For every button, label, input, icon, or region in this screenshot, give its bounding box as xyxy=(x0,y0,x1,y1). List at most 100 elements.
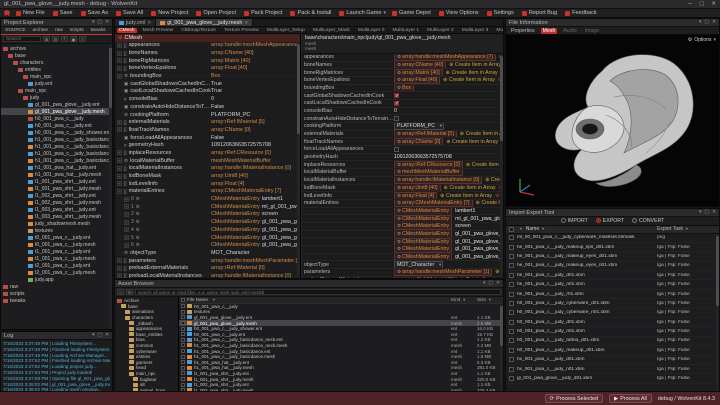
property-editor-row[interactable]: boneRigMatrices array:Matrix [40] Create… xyxy=(302,69,503,77)
property-tree-row[interactable]: + [] lodLevelInfo array:Float [4] xyxy=(115,180,300,188)
row-checkbox[interactable] xyxy=(509,263,514,268)
expander-icon[interactable]: + xyxy=(117,51,122,56)
property-editor-row[interactable]: inplaceResources array:rRef:CResource [0… xyxy=(302,161,503,169)
expander-icon[interactable]: + xyxy=(117,258,122,263)
toolbar-button[interactable]: Settings xyxy=(487,10,516,16)
value-text[interactable]: gl_001_pwa_glove__judy_bng_dec1 xyxy=(455,231,503,237)
expander-icon[interactable]: + xyxy=(117,266,122,271)
row-checkbox[interactable] xyxy=(181,360,185,364)
project-tree-scrollbar[interactable] xyxy=(109,44,112,329)
asset-file-row[interactable]: h1_001_pwa_c__judy_basicdance_neck.mesh … xyxy=(179,343,503,349)
open-folder-icon[interactable]: ▣ xyxy=(70,36,77,42)
property-tree-row[interactable]: # geometryHash 10912063663572575708 xyxy=(115,142,300,150)
project-tree-item[interactable]: raw xyxy=(1,283,112,290)
property-tree-row[interactable]: + [] parameters array:handle:meshMeshPar… xyxy=(115,257,300,265)
project-tree-item[interactable]: h1_001_pwa_hat__judy.mesh xyxy=(1,171,112,178)
mode-radio[interactable]: CONVERT xyxy=(632,218,664,224)
filter-icon[interactable]: ▼ xyxy=(488,298,492,302)
property-editor-row[interactable]: cookingPlatform PLATFORM_PC xyxy=(302,123,503,131)
column-name[interactable]: Name xyxy=(526,226,539,232)
checkbox[interactable] xyxy=(394,101,399,106)
row-checkbox[interactable] xyxy=(509,273,514,278)
row-checkbox[interactable] xyxy=(181,338,185,342)
toolbar-button[interactable]: Launch Game ▾ xyxy=(339,10,386,16)
export-file-row[interactable]: h0_001_pwa_c__judy_n01.xbm tga | Flip: F… xyxy=(506,327,719,336)
project-tree-item[interactable]: entities xyxy=(1,66,112,73)
type-chip[interactable]: array:Float [40] xyxy=(394,77,440,84)
expander-icon[interactable]: + xyxy=(117,181,122,186)
row-checkbox[interactable] xyxy=(509,376,514,381)
row-checkbox[interactable] xyxy=(509,329,514,334)
toolbar-button[interactable]: Save All xyxy=(116,10,145,16)
home-icon[interactable]: ⌂ xyxy=(117,289,124,295)
property-editor-row[interactable]: boundingBox Box xyxy=(302,85,503,93)
project-tree-item[interactable]: h1_001_pwa_hat__judy.ent xyxy=(1,164,112,171)
row-checkbox[interactable] xyxy=(509,357,514,362)
pin-icon[interactable]: ▢ xyxy=(97,20,102,25)
project-tree-item[interactable]: h1_001_pwa_c__judy_basicdance.ent xyxy=(1,136,112,143)
property-tree-row[interactable]: + 6 ⚙ CMeshMaterialEntry gl_001_pwa_glov… xyxy=(115,242,300,250)
expander-icon[interactable]: + xyxy=(117,273,122,278)
toolbar-button[interactable]: Pack & Install xyxy=(290,10,333,16)
view-tab[interactable]: MultiLayer 2 xyxy=(425,28,456,33)
create-item-button[interactable]: Create Item in Array xyxy=(460,131,503,137)
project-tree-item[interactable]: judy.ent xyxy=(1,80,112,87)
property-tree-row[interactable]: + 5 ⚙ CMeshMaterialEntry gl_001_pwa_glov… xyxy=(115,234,300,242)
export-file-row[interactable]: he_001_pwa_c__judy_makeup_eyes_d01.xbm t… xyxy=(506,252,719,261)
project-tree-item[interactable]: t0_001_pwa_c__judy.ent xyxy=(1,234,112,241)
pin-icon[interactable]: ▢ xyxy=(488,281,493,286)
close-tab-icon[interactable]: ✕ xyxy=(147,20,151,26)
expander-icon[interactable]: + xyxy=(124,227,129,232)
close-button[interactable]: ✕ xyxy=(711,1,716,7)
value-text[interactable]: gl_001_pwa_glove__judy_sh_dec1 xyxy=(455,254,503,260)
type-chip[interactable]: CMeshMaterialEntry xyxy=(394,231,452,238)
column-export-task[interactable]: Export Task xyxy=(657,226,683,232)
property-tree-row[interactable]: + 2 ⚙ CMeshMaterialEntry screen xyxy=(115,211,300,219)
asset-file-row[interactable]: h1_001_pwa_c__judy_basicdance_neck.ent e… xyxy=(179,337,503,343)
close-icon[interactable]: ✕ xyxy=(105,333,109,338)
project-search-input[interactable] xyxy=(3,36,41,42)
project-tree-item[interactable]: main_npc xyxy=(1,87,112,94)
type-chip[interactable]: CMeshMaterialEntry xyxy=(394,208,452,215)
property-tree-row[interactable]: + ⚙ localMaterialBuffer meshMeshMaterial… xyxy=(115,157,300,165)
expander-icon[interactable]: + xyxy=(117,58,122,63)
cmesh-root-row[interactable]: ⚙ CMesh xyxy=(115,34,300,42)
row-checkbox[interactable] xyxy=(509,235,514,240)
project-tree-item[interactable]: t1_001_pwa_c__judy.ent xyxy=(1,248,112,255)
create-item-button[interactable]: Create Item in Array xyxy=(446,70,498,76)
property-editor-row[interactable]: consoleBias 0 xyxy=(302,108,503,116)
project-tree-item[interactable]: judy.app xyxy=(1,276,112,283)
row-checkbox[interactable] xyxy=(181,332,185,336)
project-tree-item[interactable]: h1_001_pwa_c__judy_basicdance_neck.mesh xyxy=(1,157,112,164)
asset-file-row[interactable]: h0_001_pwa_c__judy.ent ent 15.7 KB xyxy=(179,331,503,337)
expander-icon[interactable]: + xyxy=(117,74,122,79)
row-checkbox[interactable] xyxy=(181,355,185,359)
export-file-row[interactable]: hx_001_pwa_c__judy_n01.xbm tga | Flip: F… xyxy=(506,365,719,374)
pin-icon[interactable]: ▢ xyxy=(704,20,709,25)
project-tree-item[interactable]: t1_001_pwa_c__judy.mesh xyxy=(1,255,112,262)
file-info-tab[interactable]: Properties xyxy=(509,28,537,34)
value-text[interactable]: 0 xyxy=(394,108,397,114)
type-chip[interactable]: array:rRef:CResource [0] xyxy=(394,161,463,168)
file-info-tab[interactable]: Audio xyxy=(561,28,578,34)
property-editor-row[interactable]: lodLevelInfo array:Float [4] Create Item… xyxy=(302,192,503,200)
property-editor-row[interactable]: CMeshMaterialEntry screen xyxy=(302,223,503,231)
expand-all-icon[interactable]: ⊞ xyxy=(43,36,50,42)
project-tree-item[interactable]: h0_001_pwa_c__judy.ent xyxy=(1,122,112,129)
type-chip[interactable]: array:handle:meshMeshParameter [1] xyxy=(394,269,492,276)
filter-icon[interactable]: ▼ xyxy=(541,227,545,231)
property-editor-row[interactable]: castLocalShadowsCachedInCook xyxy=(302,100,503,108)
property-tree-row[interactable]: + [] lodBoneMask array:Uint8 [40] xyxy=(115,173,300,181)
collapse-all-icon[interactable]: ⊟ xyxy=(52,36,59,42)
type-chip[interactable]: array:handle:IMaterialInstance [0] xyxy=(394,177,482,184)
export-file-row[interactable]: ml_h0_001_pwa_c__judy_cyberware_maskset.… xyxy=(506,234,719,243)
asset-file-row[interactable]: l1_001_pwa_shrt__judy.mesh mesh 320.0 KB xyxy=(179,376,503,382)
property-tree-row[interactable]: + [] floatTrackNames array:CName [0] xyxy=(115,127,300,135)
expander-icon[interactable]: + xyxy=(117,158,122,163)
type-chip[interactable]: array:CMeshMaterialEntry [7] xyxy=(394,200,473,207)
checkbox[interactable] xyxy=(394,93,399,98)
property-tree-row[interactable]: + [] preloadLocalMaterialInstances array… xyxy=(115,273,300,278)
project-tree-item[interactable]: characters xyxy=(1,59,112,66)
file-info-tab[interactable]: Image xyxy=(583,28,601,34)
type-chip[interactable]: array:Float [4] xyxy=(394,192,437,199)
